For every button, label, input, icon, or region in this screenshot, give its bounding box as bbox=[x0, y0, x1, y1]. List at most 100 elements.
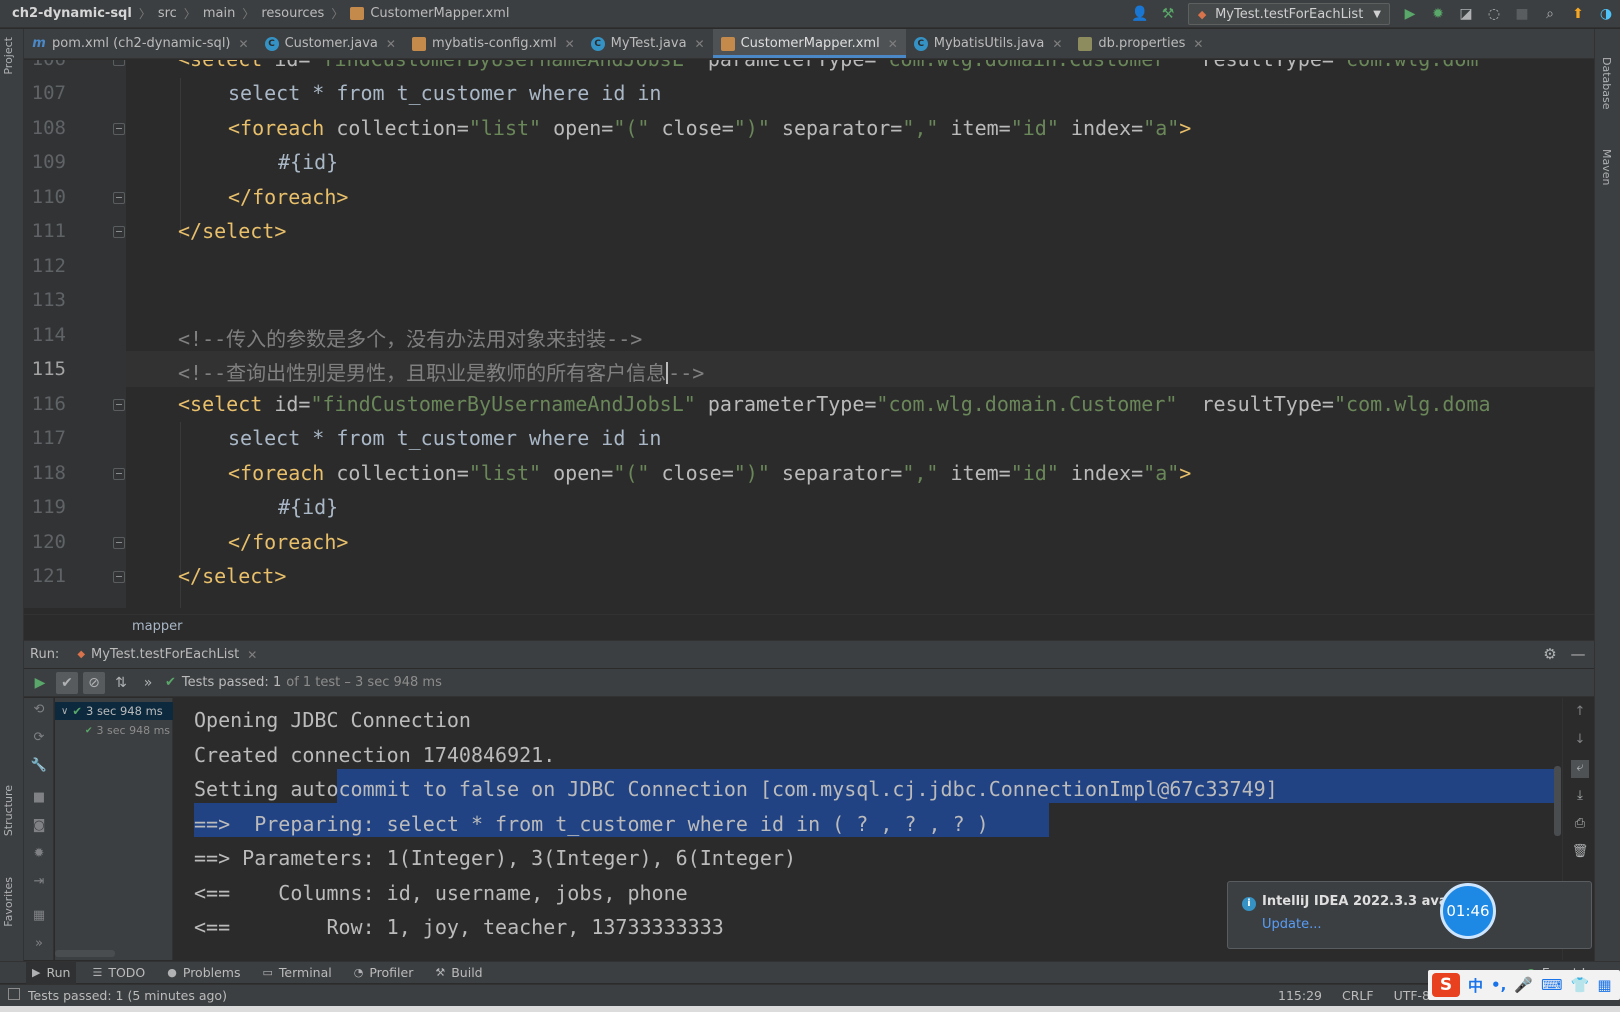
fold-marker[interactable] bbox=[113, 226, 125, 238]
soft-wrap-icon[interactable]: ⤶ bbox=[1571, 760, 1589, 778]
gear-icon[interactable]: ⚙ bbox=[1540, 645, 1560, 665]
arrow-up-icon[interactable]: ↑ bbox=[1571, 704, 1589, 722]
code-editor[interactable]: 106 107 108 109 110 111 112 113 114 115 … bbox=[24, 60, 1594, 608]
tool-tab-todo[interactable]: ☰ TODO bbox=[86, 962, 151, 984]
breadcrumb-project[interactable]: ch2-dynamic-sql bbox=[12, 6, 132, 21]
update-icon[interactable]: ⬆ bbox=[1568, 4, 1588, 24]
update-link[interactable]: Update... bbox=[1262, 917, 1321, 932]
coverage-icon[interactable]: ◪ bbox=[1456, 4, 1476, 24]
show-ignored-icon[interactable]: ⊘ bbox=[83, 671, 105, 694]
fold-marker[interactable] bbox=[113, 468, 125, 480]
project-tool-tab[interactable]: Project bbox=[2, 37, 15, 75]
breadcrumb-main[interactable]: main bbox=[203, 6, 235, 21]
show-passed-icon[interactable]: ✔ bbox=[56, 671, 78, 694]
close-icon[interactable]: ✕ bbox=[1193, 37, 1203, 51]
more-icon[interactable]: » bbox=[137, 672, 159, 694]
print-icon[interactable]: ⎙ bbox=[1571, 816, 1589, 834]
build-hammer-icon[interactable]: ⚒ bbox=[1158, 4, 1178, 24]
tree-root[interactable]: ∨ ✔ 3 sec 948 ms bbox=[55, 702, 173, 720]
favorites-tool-tab[interactable]: Favorites bbox=[2, 877, 15, 927]
recording-timer[interactable]: 01:46 bbox=[1440, 883, 1496, 939]
punctuation-icon[interactable]: •, bbox=[1491, 976, 1506, 994]
search-icon[interactable]: ⌕ bbox=[1540, 4, 1560, 24]
line-separator[interactable]: CRLF bbox=[1342, 988, 1374, 1003]
status-message[interactable]: Tests passed: 1 (5 minutes ago) bbox=[28, 988, 227, 1003]
arrow-down-icon[interactable]: ↓ bbox=[1571, 732, 1589, 750]
stop-icon[interactable]: ■ bbox=[1512, 4, 1532, 24]
skin-icon[interactable]: 👕 bbox=[1571, 976, 1590, 994]
tool-tab-run[interactable]: ▶ Run bbox=[26, 961, 77, 984]
fold-marker[interactable] bbox=[113, 60, 125, 66]
keyboard-icon[interactable]: ⌨ bbox=[1541, 976, 1563, 994]
run-panel-header: Run: ◆ MyTest.testForEachList ✕ ⚙ — bbox=[24, 640, 1594, 668]
exit-icon[interactable]: ⇥ bbox=[30, 874, 48, 892]
close-icon[interactable]: ✕ bbox=[695, 37, 705, 51]
maven-tool-tab[interactable]: Maven bbox=[1600, 149, 1613, 185]
rerun-icon[interactable]: ▶ bbox=[29, 672, 51, 694]
close-icon[interactable]: ✕ bbox=[888, 37, 898, 51]
tool-tab-build[interactable]: ⚒ Build bbox=[429, 962, 488, 984]
ime-mode[interactable]: 中 bbox=[1468, 975, 1483, 996]
sort-icon[interactable]: ⇅ bbox=[110, 672, 132, 694]
cursor-position[interactable]: 115:29 bbox=[1278, 988, 1322, 1003]
close-icon[interactable]: ✕ bbox=[1052, 37, 1062, 51]
tool-tab-problems[interactable]: ● Problems bbox=[161, 962, 246, 984]
database-tool-tab[interactable]: Database bbox=[1600, 57, 1613, 110]
structure-tool-tab[interactable]: Structure bbox=[2, 785, 15, 836]
tab-mybatisutils-java[interactable]: C MybatisUtils.java ✕ bbox=[906, 29, 1071, 58]
debug-icon[interactable]: ✹ bbox=[30, 846, 48, 864]
camera-icon[interactable]: ◙ bbox=[30, 818, 48, 836]
fold-marker[interactable] bbox=[113, 537, 125, 549]
wrench-icon[interactable]: 🔧 bbox=[30, 758, 48, 776]
run-configuration-select[interactable]: ◆ MyTest.testForEachList ▼ bbox=[1188, 3, 1390, 25]
console-line: ==> Parameters: 1(Integer), 3(Integer), … bbox=[194, 846, 797, 870]
run-tab[interactable]: ◆ MyTest.testForEachList ✕ bbox=[77, 647, 257, 662]
close-icon[interactable]: ✕ bbox=[565, 37, 575, 51]
vertical-scrollbar[interactable] bbox=[1554, 766, 1561, 836]
tab-mybatis-config[interactable]: mybatis-config.xml ✕ bbox=[404, 29, 583, 58]
fold-marker[interactable] bbox=[113, 571, 125, 583]
breadcrumb-resources[interactable]: resources bbox=[261, 6, 324, 21]
toggle-auto-test-icon[interactable]: ⟳ bbox=[30, 730, 48, 748]
breadcrumb-mapper[interactable]: mapper bbox=[132, 619, 182, 634]
debug-icon[interactable]: ✹ bbox=[1428, 4, 1448, 24]
tab-customer-java[interactable]: C Customer.java ✕ bbox=[257, 29, 404, 58]
tab-mytest-java[interactable]: C MyTest.java ✕ bbox=[583, 29, 713, 58]
line-number: 112 bbox=[31, 255, 66, 277]
tool-tab-profiler[interactable]: ◔ Profiler bbox=[348, 962, 420, 984]
layout-icon[interactable]: ▦ bbox=[30, 908, 48, 926]
breadcrumb-src[interactable]: src bbox=[158, 6, 177, 21]
user-icon[interactable]: 👤 bbox=[1130, 4, 1150, 24]
breadcrumb-file[interactable]: CustomerMapper.xml bbox=[350, 6, 509, 21]
console-line: Setting autocommit to false on JDBC Conn… bbox=[194, 777, 1278, 801]
rerun-failed-icon[interactable]: ⟲ bbox=[30, 702, 48, 720]
run-icon[interactable]: ▶ bbox=[1400, 4, 1420, 24]
tool-tab-terminal[interactable]: ▭ Terminal bbox=[257, 962, 338, 984]
close-icon[interactable]: ✕ bbox=[239, 37, 249, 51]
horizontal-scrollbar[interactable] bbox=[55, 950, 115, 957]
fold-marker[interactable] bbox=[113, 399, 125, 411]
more-icon[interactable]: » bbox=[30, 936, 48, 954]
tab-customermapper-xml[interactable]: CustomerMapper.xml ✕ bbox=[712, 29, 906, 58]
scroll-to-end-icon[interactable]: ⤓ bbox=[1571, 788, 1589, 806]
toggle-tool-windows-icon[interactable] bbox=[8, 988, 20, 1000]
tab-db-properties[interactable]: db.properties ✕ bbox=[1070, 29, 1211, 58]
minimize-icon[interactable]: — bbox=[1568, 645, 1588, 665]
fold-marker[interactable] bbox=[113, 192, 125, 204]
plugin-icon[interactable]: ◑ bbox=[1596, 4, 1616, 24]
fold-marker[interactable] bbox=[113, 123, 125, 135]
stop-icon[interactable]: ■ bbox=[30, 790, 48, 808]
input-method-toolbar[interactable]: S 中 •, 🎤 ⌨ 👕 ▦ bbox=[1428, 970, 1620, 1000]
trash-icon[interactable]: 🗑 bbox=[1571, 844, 1589, 862]
file-encoding[interactable]: UTF-8 bbox=[1394, 988, 1430, 1003]
tab-pom-xml[interactable]: m pom.xml (ch2-dynamic-sql) ✕ bbox=[24, 29, 257, 58]
tree-child[interactable]: ✔ 3 sec 948 ms bbox=[85, 724, 170, 737]
apps-icon[interactable]: ▦ bbox=[1597, 976, 1611, 994]
code-line-118: <foreach collection="list" open="(" clos… bbox=[228, 461, 1192, 485]
close-icon[interactable]: ✕ bbox=[247, 648, 257, 662]
close-icon[interactable]: ✕ bbox=[386, 37, 396, 51]
microphone-icon[interactable]: 🎤 bbox=[1514, 976, 1533, 994]
profile-icon[interactable]: ◌ bbox=[1484, 4, 1504, 24]
console-line: <== Columns: id, username, jobs, phone bbox=[194, 881, 688, 905]
line-number-current: 115 bbox=[31, 358, 66, 380]
